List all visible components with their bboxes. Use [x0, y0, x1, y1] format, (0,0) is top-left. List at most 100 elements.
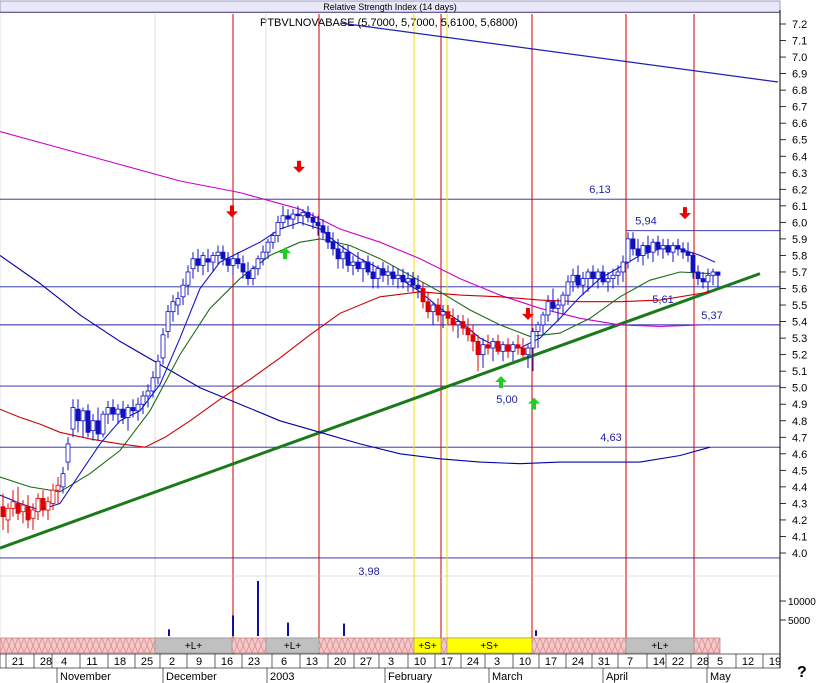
- candle-body: [370, 271, 376, 279]
- candle-body: [630, 238, 636, 250]
- candle-body: [250, 268, 256, 279]
- candle-body: [90, 420, 96, 432]
- candle-body: [20, 504, 26, 513]
- help-icon[interactable]: ?: [797, 664, 807, 681]
- date-tick-label: 22: [672, 656, 684, 668]
- candle-body: [70, 407, 76, 430]
- candle-body: [715, 271, 721, 276]
- date-tick-label: 13: [306, 656, 318, 668]
- candle-body: [570, 274, 576, 283]
- date-tick-label: 27: [360, 656, 372, 668]
- candle-body: [130, 407, 136, 412]
- date-tick-label: 19: [769, 656, 781, 668]
- candle-body: [245, 271, 251, 279]
- month-label: March: [492, 671, 523, 683]
- candle-body: [55, 484, 61, 491]
- candle-body: [150, 377, 156, 392]
- price-tick-label: 6.8: [792, 85, 807, 97]
- candle-body: [355, 261, 361, 270]
- candle-body: [280, 215, 286, 223]
- candle-body: [185, 271, 191, 286]
- candle-body: [115, 408, 121, 415]
- candle-body: [705, 274, 711, 283]
- candle-body: [675, 245, 681, 250]
- price-tick-label: 6.3: [792, 168, 807, 180]
- candle-body: [645, 245, 651, 253]
- candle-body: [620, 261, 626, 273]
- candle-body: [495, 340, 501, 352]
- candle-body: [105, 407, 111, 415]
- price-tick-label: 4.7: [792, 432, 807, 444]
- candle-body: [315, 221, 321, 227]
- date-tick-label: 10: [414, 656, 426, 668]
- candle-body: [270, 235, 276, 243]
- candle-body: [350, 261, 356, 266]
- candle-body: [665, 245, 671, 253]
- date-tick-label: 16: [221, 656, 233, 668]
- candle-body: [510, 344, 516, 352]
- level-label: 4,63: [600, 432, 621, 444]
- candle-body: [530, 331, 536, 349]
- candle-body: [275, 221, 281, 237]
- candle-body: [170, 301, 176, 313]
- price-tick-label: 7.0: [792, 52, 807, 64]
- candle-body: [520, 347, 526, 356]
- candle-body: [700, 278, 706, 283]
- date-tick-label: 28: [40, 656, 52, 668]
- instrument-subtitle: PTBVLNOVABASE (5,7000, 5,7000, 5,6100, 5…: [260, 17, 518, 29]
- price-tick-label: 7.2: [792, 19, 807, 31]
- candle-body: [340, 251, 346, 260]
- candle-body: [540, 314, 546, 326]
- date-tick-label: 9: [196, 656, 202, 668]
- date-tick-label: 20: [334, 656, 346, 668]
- candle-body: [390, 271, 396, 279]
- candle-body: [75, 408, 81, 422]
- volume-bar: [343, 623, 345, 636]
- candle-body: [360, 261, 366, 270]
- candle-body: [405, 278, 411, 283]
- price-tick-label: 4.2: [792, 515, 807, 527]
- volume-bar: [168, 629, 170, 636]
- candle-body: [555, 304, 561, 309]
- price-tick-label: 5.1: [792, 366, 807, 378]
- candle-body: [295, 213, 301, 217]
- candle-body: [430, 304, 436, 313]
- date-tick-label: 11: [86, 656, 97, 668]
- candle-body: [60, 473, 66, 488]
- candle-body: [680, 248, 686, 253]
- date-tick-label: 17: [441, 656, 453, 668]
- candle-body: [300, 212, 306, 217]
- price-tick-label: 5.4: [792, 317, 807, 329]
- date-tick-label: 3: [494, 656, 500, 668]
- price-tick-label: 6.7: [792, 102, 807, 114]
- candle-body: [385, 271, 391, 276]
- volume-bar: [535, 630, 537, 636]
- candle-body: [535, 324, 541, 332]
- date-tick-label: 31: [598, 656, 610, 668]
- candle-body: [210, 255, 216, 263]
- signal-band-background: [0, 637, 721, 654]
- candle-body: [420, 288, 426, 303]
- candle-body: [310, 217, 316, 223]
- candle-body: [415, 284, 421, 289]
- candle-body: [10, 501, 16, 509]
- candle-body: [235, 258, 241, 265]
- candle-body: [365, 261, 371, 273]
- candle-body: [695, 271, 701, 279]
- candle-body: [400, 274, 406, 283]
- price-tick-label: 6.4: [792, 151, 807, 163]
- price-tick-label: 5.3: [792, 333, 807, 345]
- level-label: 5,00: [496, 394, 517, 406]
- date-tick-label: 24: [467, 656, 479, 668]
- price-tick-label: 5.7: [792, 267, 807, 279]
- volume-tick-label: 10000: [788, 597, 816, 608]
- date-tick-label: 2: [169, 656, 175, 668]
- candle-body: [460, 321, 466, 329]
- candle-body: [610, 274, 616, 279]
- candle-body: [80, 410, 86, 422]
- month-label: 2003: [270, 671, 294, 683]
- candle-body: [320, 225, 326, 233]
- date-tick-label: 6: [281, 656, 287, 668]
- candle-body: [110, 407, 116, 415]
- candle-body: [260, 251, 266, 260]
